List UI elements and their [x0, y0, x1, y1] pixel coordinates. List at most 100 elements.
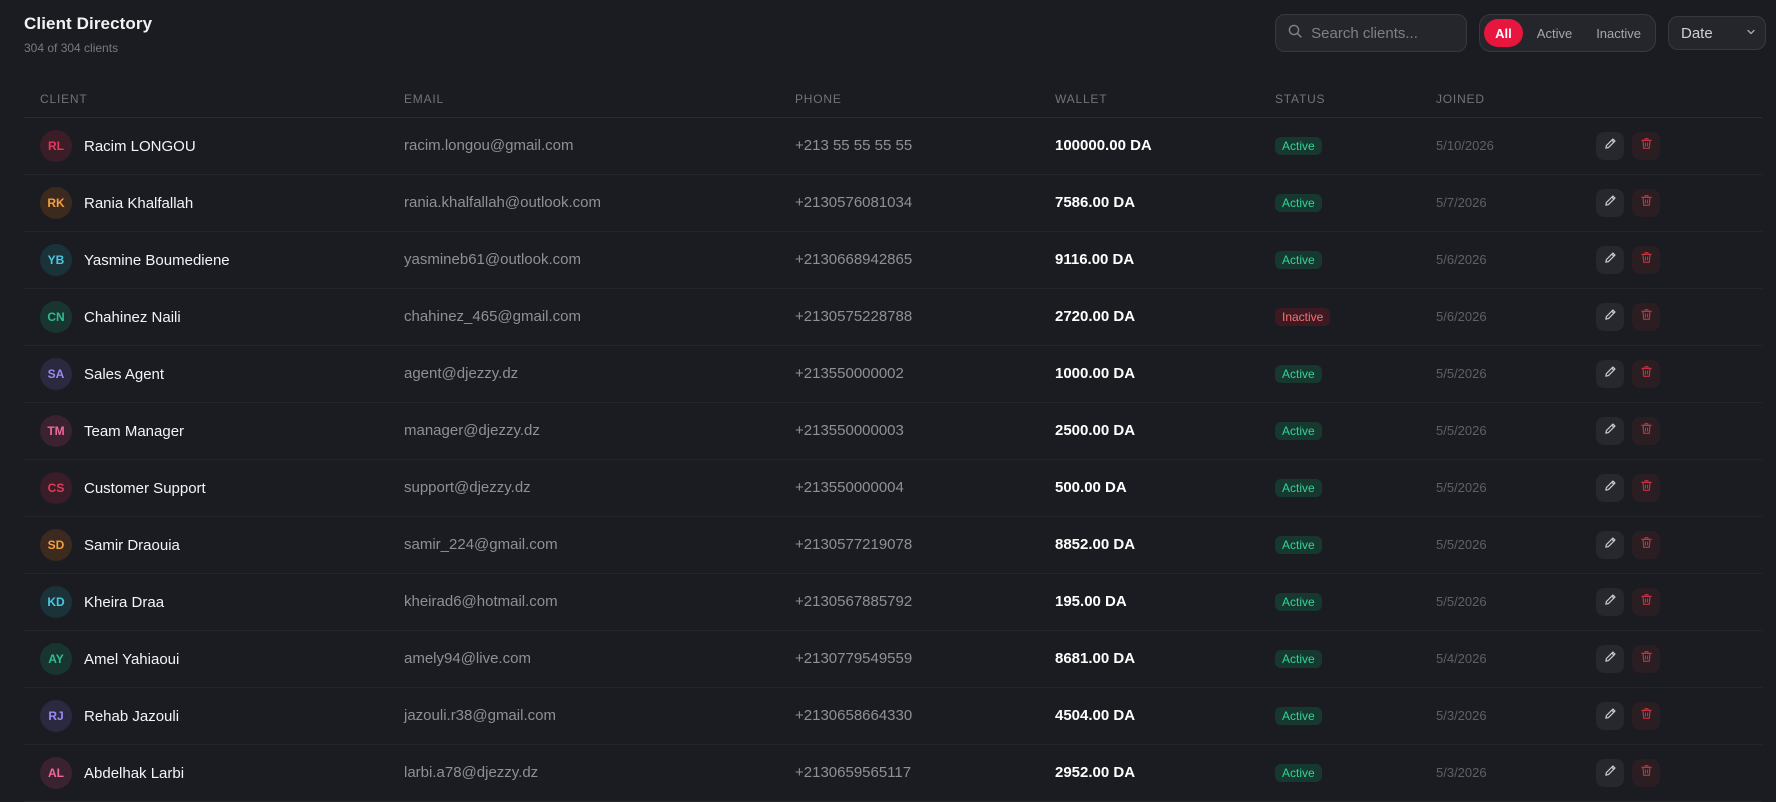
- column-header-client[interactable]: CLIENT: [24, 92, 404, 106]
- client-email: yasmineb61@outlook.com: [404, 251, 581, 268]
- table-row[interactable]: TM Team Manager manager@djezzy.dz +21355…: [24, 403, 1762, 460]
- delete-button[interactable]: [1632, 246, 1660, 274]
- table-row[interactable]: CN Chahinez Naili chahinez_465@gmail.com…: [24, 289, 1762, 346]
- avatar: AL: [40, 757, 72, 789]
- delete-button[interactable]: [1632, 189, 1660, 217]
- actions-cell: [1596, 303, 1742, 331]
- client-name[interactable]: Team Manager: [84, 423, 184, 440]
- trash-icon: [1640, 308, 1653, 326]
- email-cell: rania.khalfallah@outlook.com: [404, 194, 795, 212]
- delete-button[interactable]: [1632, 702, 1660, 730]
- email-cell: manager@djezzy.dz: [404, 422, 795, 440]
- table-row[interactable]: RK Rania Khalfallah rania.khalfallah@out…: [24, 175, 1762, 232]
- edit-button[interactable]: [1596, 474, 1624, 502]
- delete-button[interactable]: [1632, 531, 1660, 559]
- search-input[interactable]: [1311, 24, 1452, 42]
- edit-button[interactable]: [1596, 531, 1624, 559]
- client-name[interactable]: Kheira Draa: [84, 594, 164, 611]
- delete-button[interactable]: [1632, 417, 1660, 445]
- table-row[interactable]: RJ Rehab Jazouli jazouli.r38@gmail.com +…: [24, 688, 1762, 745]
- client-name[interactable]: Samir Draouia: [84, 537, 180, 554]
- chevron-down-icon: [1745, 25, 1757, 42]
- table-row[interactable]: SD Samir Draouia samir_224@gmail.com +21…: [24, 517, 1762, 574]
- pencil-icon: [1604, 365, 1617, 383]
- client-name[interactable]: Customer Support: [84, 480, 206, 497]
- client-name[interactable]: Chahinez Naili: [84, 309, 181, 326]
- pencil-icon: [1604, 308, 1617, 326]
- table-row[interactable]: RL Racim LONGOU racim.longou@gmail.com +…: [24, 118, 1762, 175]
- client-joined: 5/5/2026: [1436, 594, 1487, 609]
- delete-button[interactable]: [1632, 645, 1660, 673]
- actions-cell: [1596, 474, 1742, 502]
- client-name[interactable]: Rehab Jazouli: [84, 708, 179, 725]
- edit-button[interactable]: [1596, 702, 1624, 730]
- filter-all-button[interactable]: All: [1484, 19, 1523, 47]
- page-title: Client Directory: [24, 14, 153, 33]
- client-email: samir_224@gmail.com: [404, 536, 558, 553]
- edit-button[interactable]: [1596, 759, 1624, 787]
- filter-inactive-button[interactable]: Inactive: [1586, 19, 1651, 47]
- column-header-email[interactable]: EMAIL: [404, 92, 795, 106]
- table-row[interactable]: YB Yasmine Boumediene yasmineb61@outlook…: [24, 232, 1762, 289]
- table-row[interactable]: SA Sales Agent agent@djezzy.dz +21355000…: [24, 346, 1762, 403]
- trash-icon: [1640, 593, 1653, 611]
- edit-button[interactable]: [1596, 132, 1624, 160]
- clients-table: CLIENT EMAIL PHONE WALLET STATUS JOINED …: [24, 80, 1762, 802]
- client-cell: TM Team Manager: [24, 415, 404, 447]
- status-badge: Active: [1275, 422, 1322, 440]
- edit-button[interactable]: [1596, 417, 1624, 445]
- edit-button[interactable]: [1596, 645, 1624, 673]
- email-cell: samir_224@gmail.com: [404, 536, 795, 554]
- status-cell: Active: [1275, 137, 1436, 155]
- client-email: amely94@live.com: [404, 650, 531, 667]
- wallet-cell: 8681.00 DA: [1055, 650, 1275, 668]
- table-row[interactable]: CS Customer Support support@djezzy.dz +2…: [24, 460, 1762, 517]
- delete-button[interactable]: [1632, 360, 1660, 388]
- edit-button[interactable]: [1596, 303, 1624, 331]
- delete-button[interactable]: [1632, 759, 1660, 787]
- delete-button[interactable]: [1632, 132, 1660, 160]
- edit-button[interactable]: [1596, 246, 1624, 274]
- client-cell: AY Amel Yahiaoui: [24, 643, 404, 675]
- client-cell: CS Customer Support: [24, 472, 404, 504]
- edit-button[interactable]: [1596, 360, 1624, 388]
- phone-cell: +2130779549559: [795, 650, 1055, 668]
- wallet-cell: 195.00 DA: [1055, 593, 1275, 611]
- client-name[interactable]: Rania Khalfallah: [84, 195, 193, 212]
- client-phone: +213 55 55 55 55: [795, 137, 913, 154]
- delete-button[interactable]: [1632, 588, 1660, 616]
- phone-cell: +2130576081034: [795, 194, 1055, 212]
- client-email: rania.khalfallah@outlook.com: [404, 194, 601, 211]
- table-row[interactable]: AY Amel Yahiaoui amely94@live.com +21307…: [24, 631, 1762, 688]
- avatar: KD: [40, 586, 72, 618]
- client-name[interactable]: Racim LONGOU: [84, 138, 196, 155]
- trash-icon: [1640, 365, 1653, 383]
- column-header-phone[interactable]: PHONE: [795, 92, 1055, 106]
- status-cell: Active: [1275, 707, 1436, 725]
- column-header-status[interactable]: STATUS: [1275, 92, 1436, 106]
- search-box[interactable]: [1275, 14, 1468, 52]
- edit-button[interactable]: [1596, 588, 1624, 616]
- status-cell: Active: [1275, 479, 1436, 497]
- client-phone: +2130577219078: [795, 536, 913, 553]
- client-name[interactable]: Sales Agent: [84, 366, 164, 383]
- status-badge: Active: [1275, 536, 1322, 554]
- edit-button[interactable]: [1596, 189, 1624, 217]
- client-wallet: 2500.00 DA: [1055, 422, 1136, 439]
- delete-button[interactable]: [1632, 303, 1660, 331]
- client-name[interactable]: Yasmine Boumediene: [84, 252, 230, 269]
- client-name[interactable]: Amel Yahiaoui: [84, 651, 179, 668]
- column-header-wallet[interactable]: WALLET: [1055, 92, 1275, 106]
- delete-button[interactable]: [1632, 474, 1660, 502]
- status-cell: Active: [1275, 194, 1436, 212]
- sort-select[interactable]: Date: [1668, 16, 1766, 50]
- client-wallet: 9116.00 DA: [1055, 251, 1135, 268]
- client-name[interactable]: Abdelhak Larbi: [84, 765, 184, 782]
- joined-cell: 5/4/2026: [1436, 650, 1596, 668]
- table-row[interactable]: AL Abdelhak Larbi larbi.a78@djezzy.dz +2…: [24, 745, 1762, 802]
- table-row[interactable]: KD Kheira Draa kheirad6@hotmail.com +213…: [24, 574, 1762, 631]
- column-header-joined[interactable]: JOINED: [1436, 92, 1596, 106]
- avatar: CN: [40, 301, 72, 333]
- filter-active-button[interactable]: Active: [1527, 19, 1582, 47]
- wallet-cell: 4504.00 DA: [1055, 707, 1275, 725]
